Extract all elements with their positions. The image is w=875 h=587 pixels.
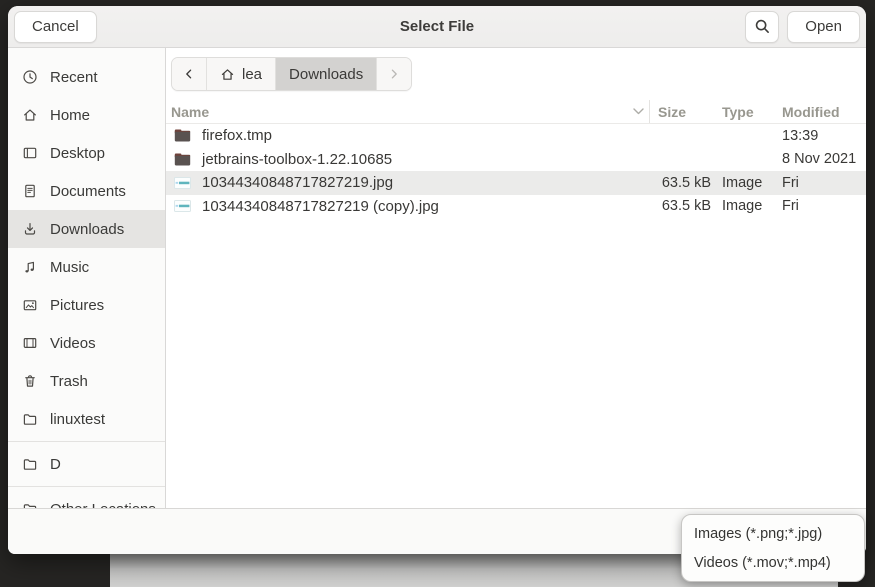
file-row-jetbrains-toolbox-1-22-10685[interactable]: jetbrains-toolbox-1.22.10685 8 Nov 2021	[166, 148, 866, 172]
trash-icon	[22, 373, 38, 389]
sidebar-item-label: Downloads	[50, 221, 124, 238]
file-type-cell: Image	[713, 175, 771, 191]
breadcrumb-home-label: lea	[242, 66, 262, 83]
sidebar-item-linuxtest[interactable]: linuxtest	[8, 400, 165, 438]
sidebar-separator	[8, 441, 165, 442]
folder-icon	[22, 411, 38, 427]
music-icon	[22, 259, 38, 275]
sidebar-item-documents[interactable]: Documents	[8, 172, 165, 210]
file-name-cell: jetbrains-toolbox-1.22.10685	[166, 151, 649, 168]
filter-option-videos[interactable]: Videos (*.mov;*.mp4)	[682, 548, 864, 577]
file-name-cell: 10344340848717827219 (copy).jpg	[166, 198, 649, 215]
file-name-cell: 10344340848717827219.jpg	[166, 174, 649, 191]
sort-descending-icon	[632, 107, 645, 116]
column-header-size[interactable]: Size	[649, 100, 713, 123]
file-chooser-dialog: Cancel Select File Open Recent Home Deskto…	[8, 6, 866, 554]
sidebar-item-other-locations[interactable]: Other Locations	[8, 490, 165, 508]
sidebar-item-label: D	[50, 456, 61, 473]
sidebar-item-d[interactable]: D	[8, 445, 165, 483]
dialog-title: Select File	[400, 18, 474, 35]
file-modified-cell: 8 Nov 2021	[771, 151, 866, 167]
back-button[interactable]	[172, 58, 207, 90]
search-button[interactable]	[745, 11, 779, 43]
headerbar-actions: Open	[745, 11, 860, 43]
sidebar-item-music[interactable]: Music	[8, 248, 165, 286]
breadcrumb-current[interactable]: Downloads	[276, 58, 377, 90]
sidebar-item-videos[interactable]: Videos	[8, 324, 165, 362]
folder-icon	[22, 501, 38, 508]
sidebar-item-label: Recent	[50, 69, 98, 86]
sidebar-item-home[interactable]: Home	[8, 96, 165, 134]
file-name-label: firefox.tmp	[202, 127, 272, 144]
column-header-type[interactable]: Type	[713, 104, 771, 120]
sidebar-item-label: Documents	[50, 183, 126, 200]
sidebar-item-label: Desktop	[50, 145, 105, 162]
screen: { "dialog": { "title": "Select File", "c…	[0, 0, 875, 587]
file-row-firefox-tmp[interactable]: firefox.tmp 13:39	[166, 124, 866, 148]
sidebar-separator	[8, 486, 165, 487]
sidebar-item-label: Videos	[50, 335, 96, 352]
file-modified-cell: Fri	[771, 175, 866, 191]
image-thumb-icon	[174, 200, 191, 212]
document-icon	[22, 183, 38, 199]
dialog-body: Recent Home Desktop Documents Downloads Music…	[8, 48, 866, 508]
forward-button[interactable]	[377, 58, 411, 90]
sidebar-item-label: Trash	[50, 373, 88, 390]
search-icon	[754, 18, 771, 35]
desktop-icon	[22, 145, 38, 161]
sidebar-item-label: linuxtest	[50, 411, 105, 428]
column-header-name-label: Name	[171, 104, 209, 120]
folder-dark-icon	[174, 129, 191, 142]
file-size-cell: 63.5 kB	[649, 175, 713, 191]
file-list: firefox.tmp 13:39 jetbrains-toolbox-1.22.1…	[166, 124, 866, 218]
video-icon	[22, 335, 38, 351]
column-header-modified[interactable]: Modified	[771, 104, 866, 120]
file-filter-popover: Images (*.png;*.jpg)Videos (*.mov;*.mp4)	[681, 514, 865, 582]
breadcrumb: lea Downloads	[171, 57, 412, 91]
open-button[interactable]: Open	[787, 11, 860, 43]
file-size-cell: 63.5 kB	[649, 198, 713, 214]
file-name-label: 10344340848717827219.jpg	[202, 174, 393, 191]
file-browser: lea Downloads Name Size Type Modified fi…	[166, 48, 866, 508]
sidebar-item-downloads[interactable]: Downloads	[8, 210, 165, 248]
sidebar-item-pictures[interactable]: Pictures	[8, 286, 165, 324]
sidebar-item-label: Music	[50, 259, 89, 276]
file-name-label: jetbrains-toolbox-1.22.10685	[202, 151, 392, 168]
file-name-cell: firefox.tmp	[166, 127, 649, 144]
filter-option-images[interactable]: Images (*.png;*.jpg)	[682, 519, 864, 548]
home-icon	[22, 107, 38, 123]
file-type-cell: Image	[713, 198, 771, 214]
file-modified-cell: 13:39	[771, 128, 866, 144]
sidebar-item-desktop[interactable]: Desktop	[8, 134, 165, 172]
cancel-button[interactable]: Cancel	[14, 11, 97, 43]
headerbar: Cancel Select File Open	[8, 6, 866, 48]
download-icon	[22, 221, 38, 237]
sidebar-item-trash[interactable]: Trash	[8, 362, 165, 400]
sidebar: Recent Home Desktop Documents Downloads Music…	[8, 48, 166, 508]
file-list-header: Name Size Type Modified	[166, 100, 866, 124]
folder-dark-icon	[174, 153, 191, 166]
sidebar-item-recent[interactable]: Recent	[8, 58, 165, 96]
picture-icon	[22, 297, 38, 313]
clock-icon	[22, 69, 38, 85]
home-icon	[220, 67, 235, 82]
sidebar-item-label: Other Locations	[50, 501, 156, 509]
file-row-10344340848717827219-jpg[interactable]: 10344340848717827219.jpg 63.5 kBImageFri	[166, 171, 866, 195]
pathbar-row: lea Downloads	[166, 48, 866, 100]
file-modified-cell: Fri	[771, 198, 866, 214]
chevron-right-icon	[387, 67, 401, 81]
breadcrumb-home[interactable]: lea	[207, 58, 276, 90]
chevron-left-icon	[182, 67, 196, 81]
file-name-label: 10344340848717827219 (copy).jpg	[202, 198, 439, 215]
image-thumb-icon	[174, 177, 191, 189]
folder-icon	[22, 456, 38, 472]
sidebar-item-label: Pictures	[50, 297, 104, 314]
column-header-name[interactable]: Name	[166, 104, 649, 120]
sidebar-item-label: Home	[50, 107, 90, 124]
file-row-10344340848717827219-copy-jpg[interactable]: 10344340848717827219 (copy).jpg 63.5 kBIm…	[166, 195, 866, 219]
